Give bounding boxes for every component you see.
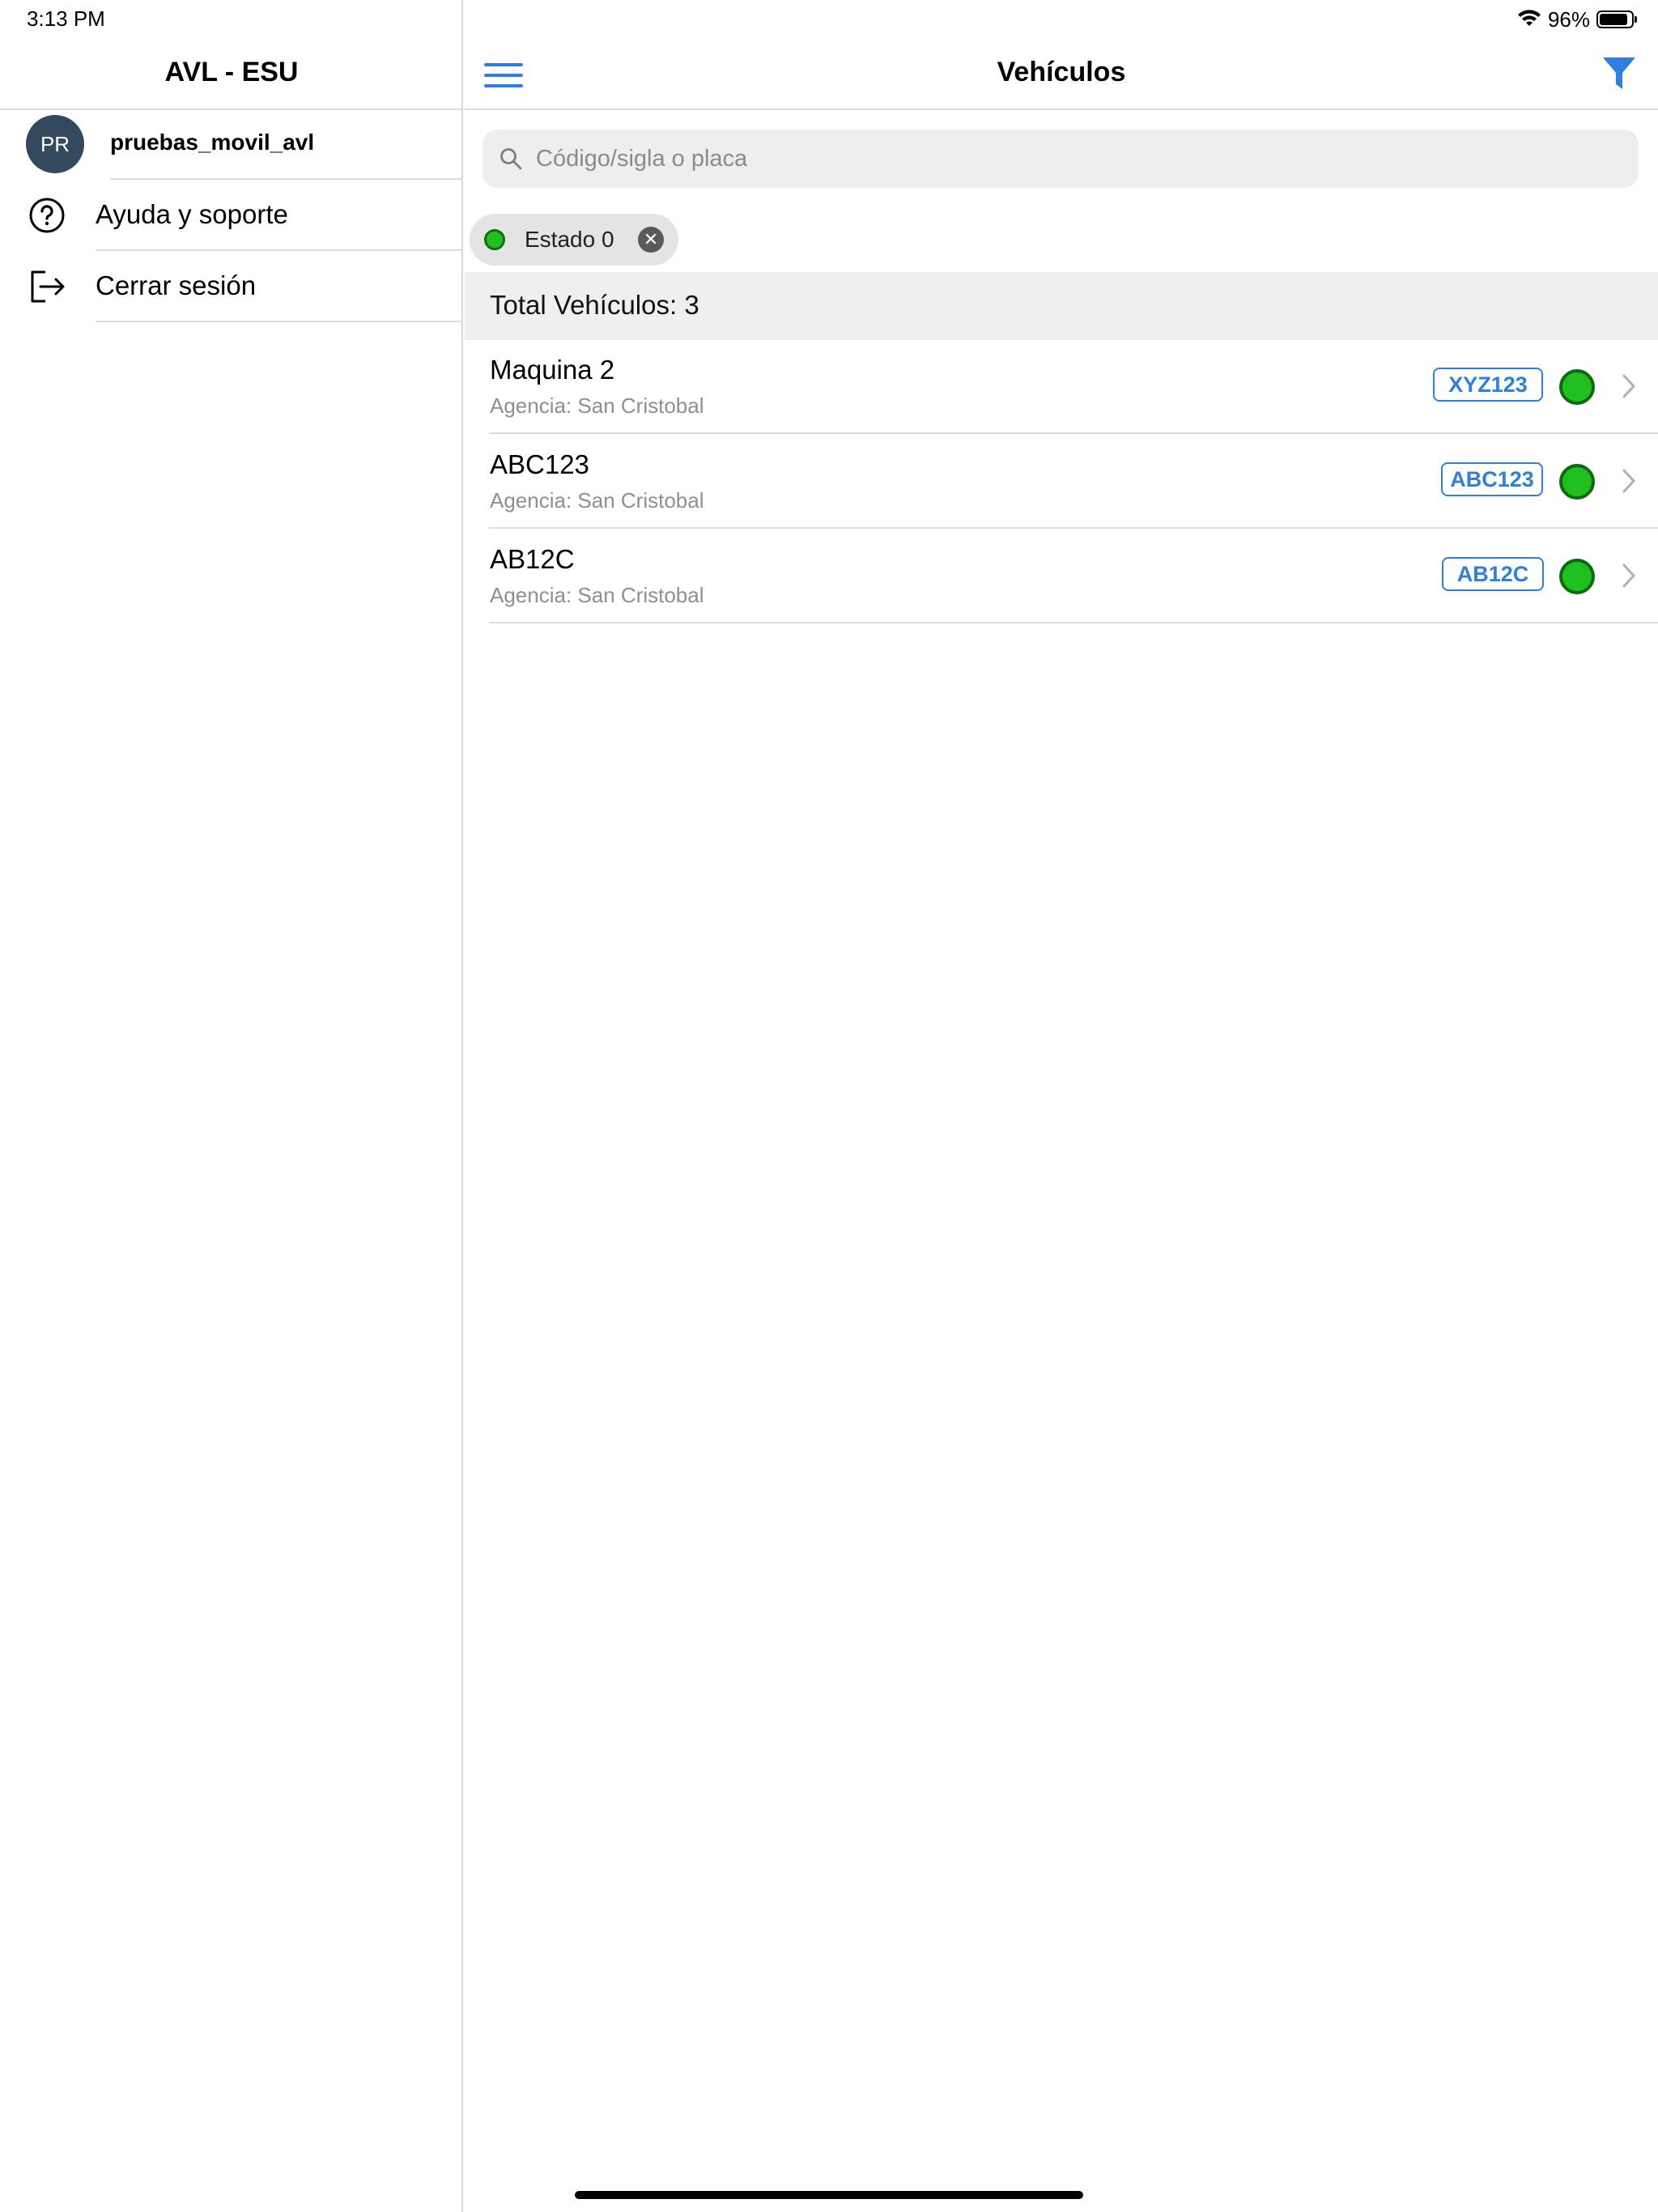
home-indicator[interactable]: [575, 2191, 1083, 2199]
total-vehicles-label: Total Vehículos: 3: [490, 290, 699, 320]
divider: [96, 249, 463, 251]
plate-badge: XYZ123: [1433, 368, 1543, 402]
divider: [0, 108, 463, 110]
profile-username[interactable]: pruebas_movil_avl: [110, 130, 314, 155]
sidebar-item-logout[interactable]: Cerrar sesión: [96, 270, 256, 301]
vehicle-agency: Agencia: San Cristobal: [490, 488, 704, 513]
filter-chip[interactable]: Estado 0 ✕: [470, 214, 678, 266]
question-circle-icon: [29, 198, 65, 233]
chevron-right-icon: [1622, 374, 1635, 398]
vehicle-agency: Agencia: San Cristobal: [490, 583, 704, 607]
status-dot: [484, 229, 505, 250]
divider: [465, 108, 1658, 110]
status-dot: [1559, 464, 1595, 500]
close-icon[interactable]: ✕: [638, 227, 664, 253]
divider: [489, 527, 1658, 529]
search-input[interactable]: [534, 144, 1590, 173]
logout-icon: [31, 270, 65, 303]
wifi-icon: [1517, 10, 1541, 26]
chevron-right-icon: [1622, 564, 1635, 588]
divider: [110, 178, 463, 180]
status-indicators: 96%: [1517, 5, 1637, 34]
chevron-right-icon: [1622, 469, 1635, 493]
plate-badge: AB12C: [1442, 557, 1544, 591]
divider: [489, 622, 1658, 623]
search-icon: [500, 148, 522, 170]
filter-icon[interactable]: [1601, 55, 1637, 92]
sidebar-title: AVL - ESU: [164, 57, 299, 87]
battery-icon: [1596, 11, 1637, 28]
divider: [96, 321, 463, 322]
vehicle-row[interactable]: Maquina 2 Agencia: San Cristobal XYZ123: [465, 340, 1658, 434]
filter-chip-label: Estado 0: [525, 227, 614, 252]
battery-percent: 96%: [1547, 6, 1590, 32]
divider: [489, 432, 1658, 434]
plate-badge: ABC123: [1441, 462, 1543, 496]
sidebar-item-help[interactable]: Ayuda y soporte: [96, 199, 288, 230]
page-title: Vehículos: [997, 57, 1126, 87]
status-dot: [1559, 369, 1595, 405]
vehicle-name: ABC123: [490, 449, 589, 479]
vehicle-row[interactable]: ABC123 Agencia: San Cristobal ABC123: [465, 435, 1658, 529]
vehicle-name: Maquina 2: [490, 355, 615, 385]
vehicle-name: AB12C: [490, 544, 575, 574]
vehicle-row[interactable]: AB12C Agencia: San Cristobal AB12C: [465, 530, 1658, 623]
vehicle-agency: Agencia: San Cristobal: [490, 393, 704, 418]
sidebar: [0, 0, 463, 2212]
status-dot: [1559, 559, 1595, 594]
avatar[interactable]: PR: [26, 115, 84, 173]
search-bar: [483, 130, 1639, 188]
